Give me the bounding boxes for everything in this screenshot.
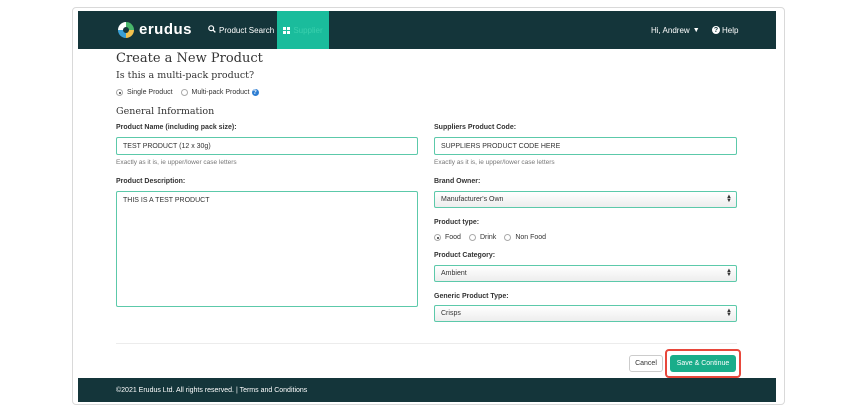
brand-name: erudus (139, 21, 193, 38)
product-description-label: Product Description: (116, 178, 186, 185)
brand-owner-select[interactable]: Manufacturer's Own ▲ ▼ (434, 191, 737, 208)
section-title-general: General Information (116, 106, 215, 117)
footer-text: ©2021 Erudus Ltd. All rights reserved. |… (116, 386, 308, 394)
info-icon[interactable]: ? (251, 89, 259, 96)
radio-food[interactable]: Food (434, 234, 461, 241)
radio-button[interactable] (434, 234, 441, 241)
product-category-value: Ambient (441, 270, 467, 277)
form-divider (116, 343, 737, 344)
page-footer: ©2021 Erudus Ltd. All rights reserved. |… (78, 378, 776, 402)
search-icon (208, 25, 216, 35)
radio-button[interactable] (116, 89, 123, 96)
radio-button[interactable] (504, 234, 512, 241)
brand-owner-value: Manufacturer's Own (441, 196, 504, 203)
radio-label: Single Product (127, 89, 173, 96)
select-arrows-icon: ▲ ▼ (726, 268, 732, 278)
brand-owner-label: Brand Owner: (434, 178, 481, 185)
generic-type-select[interactable]: Crisps ▲ ▼ (434, 305, 737, 322)
generic-type-value: Crisps (441, 310, 461, 317)
help-icon: ? (712, 26, 720, 34)
nav-help-label: Help (722, 25, 739, 35)
page-title: Create a New Product (116, 51, 263, 66)
product-description-textarea[interactable]: THIS IS A TEST PRODUCT (116, 191, 418, 307)
product-name-help: Exactly as it is, ie upper/lower case le… (116, 159, 237, 166)
nav-product-search[interactable]: Product Search (208, 11, 274, 49)
select-arrows-icon: ▲ ▼ (726, 308, 732, 318)
product-name-label: Product Name (including pack size): (116, 124, 237, 131)
product-category-select[interactable]: Ambient ▲ ▼ (434, 265, 737, 282)
radio-drink[interactable]: Drink (468, 234, 497, 241)
product-type-label: Product type: (434, 219, 480, 226)
save-continue-button[interactable]: Save & Continue (670, 355, 736, 372)
cancel-button[interactable]: Cancel (629, 355, 663, 372)
radio-label: Non Food (515, 234, 547, 241)
user-menu[interactable]: Hi, Andrew ▼ (651, 11, 700, 49)
brand-logo[interactable]: erudus (118, 21, 192, 38)
radio-label: Multi-pack Product (191, 89, 250, 96)
supplier-code-label: Suppliers Product Code: (434, 124, 517, 131)
generic-type-label: Generic Product Type: (434, 293, 509, 300)
nav-supplier-label: Supplier (293, 25, 323, 35)
radio-label: Drink (479, 234, 497, 241)
radio-button[interactable] (468, 234, 476, 241)
radio-label: Food (445, 234, 461, 241)
multipack-question: Is this a multi-pack product? (116, 70, 255, 81)
nav-product-search-label: Product Search (219, 25, 275, 35)
product-category-label: Product Category: (434, 252, 496, 259)
supplier-code-help: Exactly as it is, ie upper/lower case le… (434, 159, 555, 166)
top-navbar: erudus Product Search Supplier Hi, Andre… (78, 11, 776, 49)
product-type-radio-group: Food Drink Non Food (434, 234, 554, 241)
supplier-code-input[interactable]: SUPPLIERS PRODUCT CODE HERE (434, 137, 737, 155)
nav-supplier[interactable]: Supplier (277, 11, 329, 49)
grid-icon (283, 26, 291, 34)
caret-down-icon: ▼ (692, 26, 700, 34)
product-name-input[interactable]: TEST PRODUCT (12 x 30g) (116, 137, 418, 155)
radio-button[interactable] (180, 89, 188, 96)
radio-multi-pack-product[interactable]: Multi-pack Product ? (180, 89, 259, 96)
select-arrows-icon: ▲ ▼ (726, 194, 732, 204)
radio-non-food[interactable]: Non Food (504, 234, 546, 241)
user-greeting: Hi, Andrew (651, 25, 690, 35)
nav-help[interactable]: ? Help (712, 11, 738, 49)
erudus-logo-icon (118, 21, 134, 38)
pack-type-radio-group: Single Product Multi-pack Product ? (116, 89, 267, 96)
radio-single-product[interactable]: Single Product (116, 89, 173, 96)
